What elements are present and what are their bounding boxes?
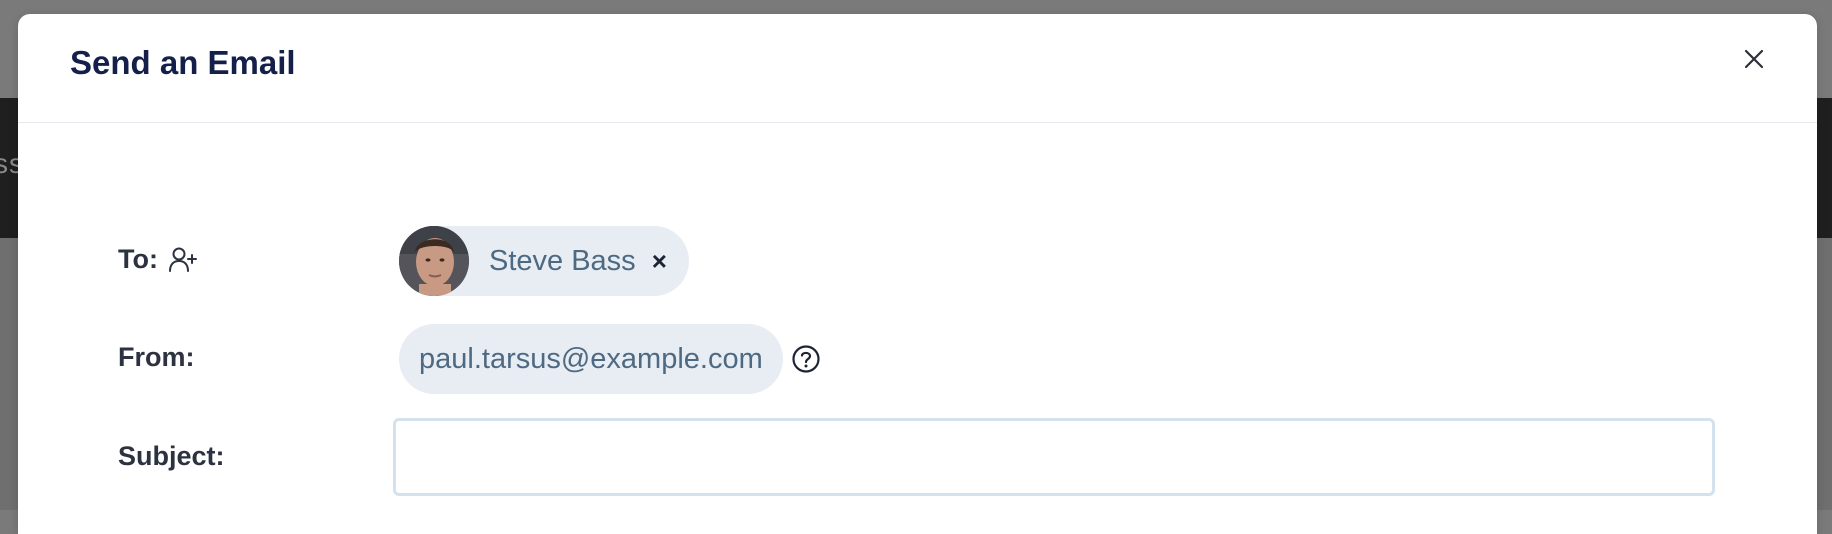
remove-recipient-button[interactable]: × — [652, 248, 667, 274]
modal-header: Send an Email — [18, 14, 1817, 123]
subject-input[interactable] — [393, 418, 1715, 496]
to-row: To: Steve Bass × — [18, 226, 1817, 296]
from-address-chip: paul.tarsus@example.com — [399, 324, 783, 394]
recipient-chip[interactable]: Steve Bass × — [399, 226, 689, 296]
to-label: To: — [118, 244, 158, 274]
close-button[interactable] — [1739, 44, 1769, 74]
avatar — [399, 226, 469, 296]
recipient-name: Steve Bass — [489, 244, 636, 277]
help-circle-icon[interactable] — [791, 344, 821, 374]
add-user-icon[interactable] — [168, 246, 198, 274]
subject-label: Subject: — [118, 441, 225, 471]
from-label: From: — [118, 342, 195, 372]
to-label-group: To: — [118, 244, 198, 275]
send-email-modal: Send an Email To: Steve Bass × From: pau… — [18, 14, 1817, 534]
subject-row: Subject: — [18, 418, 1817, 496]
close-icon — [1744, 49, 1764, 69]
modal-title: Send an Email — [70, 44, 296, 81]
from-row: From: paul.tarsus@example.com — [18, 324, 1817, 394]
